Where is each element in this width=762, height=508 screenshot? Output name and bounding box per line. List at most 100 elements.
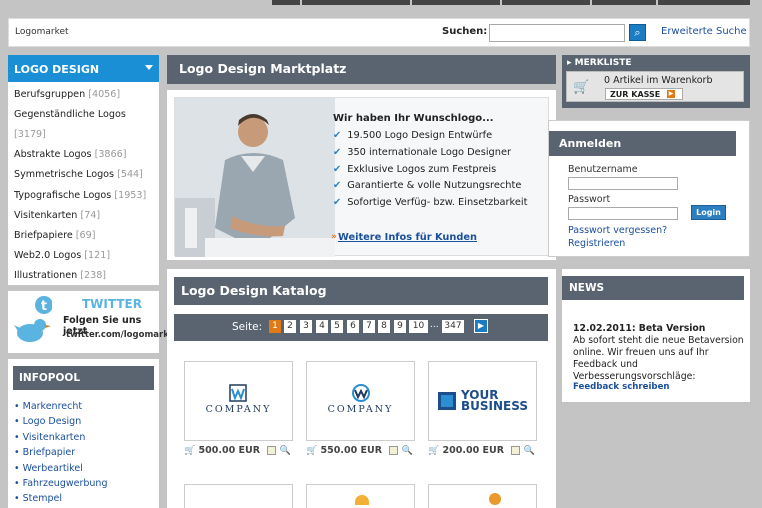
logo-mark-icon — [352, 384, 370, 402]
infopool-item[interactable]: • Logo Design — [14, 414, 107, 429]
category-item[interactable]: Briefpapiere [69] — [14, 226, 154, 246]
page-link[interactable]: 2 — [284, 320, 296, 333]
product-tile[interactable]: COMPANY — [184, 361, 293, 441]
breadcrumb[interactable]: Logomarket — [15, 27, 69, 37]
svg-text:t: t — [41, 299, 47, 314]
top-nav-tab[interactable] — [658, 0, 750, 5]
product-price: 500.00 EUR — [198, 445, 261, 456]
category-list: Berufsgruppen [4056] Gegenständliche Log… — [14, 85, 154, 287]
page-link[interactable]: 6 — [347, 320, 359, 333]
search-button[interactable]: ⌕ — [629, 24, 646, 41]
arrow-right-icon[interactable]: ▶ — [667, 90, 675, 98]
zoom-icon[interactable]: 🔍 — [280, 446, 291, 456]
category-item[interactable]: Berufsgruppen [4056] — [14, 85, 154, 105]
details-icon[interactable] — [267, 446, 277, 455]
infopool-item[interactable]: • Werbeartikel — [14, 461, 107, 476]
logo-mark-icon — [489, 493, 501, 505]
username-field[interactable] — [568, 177, 678, 190]
hero-feature: ✔ Garantierte & volle Nutzungsrechte — [333, 180, 522, 192]
search-input[interactable] — [489, 24, 625, 42]
search-label: Suchen: — [442, 26, 488, 37]
feedback-link[interactable]: Feedback schreiben — [573, 382, 670, 392]
infopool-item[interactable]: • Stempel — [14, 491, 107, 506]
infopool-item[interactable]: • Fahrzeugwerbung — [14, 476, 107, 491]
product-price-row: 🛒 500.00 EUR 🔍 — [184, 445, 291, 456]
product-price: 550.00 EUR — [320, 445, 383, 456]
infopool-item[interactable]: • Visitenkarten — [14, 430, 107, 445]
page-link[interactable]: 10 — [409, 320, 428, 333]
pagination: Seite: 1 2 3 4 5 6 7 8 9 10 ... 347 ▶ — [174, 314, 548, 341]
hero-feature: ✔ 19.500 Logo Design Entwürfe — [333, 130, 493, 141]
watchlist-panel: ▸ MERKLISTE 🛒 0 Artikel im Warenkorb ZUR… — [562, 55, 750, 108]
product-tile[interactable] — [428, 484, 537, 508]
zoom-icon[interactable]: 🔍 — [524, 446, 535, 456]
page-label: Seite: — [232, 321, 263, 333]
cart-icon[interactable]: 🛒 — [306, 446, 317, 456]
top-nav-tab[interactable] — [592, 0, 656, 5]
top-nav-tab[interactable] — [412, 0, 500, 5]
page-link[interactable]: 347 — [442, 320, 464, 333]
page-link[interactable]: 4 — [316, 320, 328, 333]
check-icon: ✔ — [333, 163, 342, 175]
username-label: Benutzername — [568, 164, 638, 175]
hero-banner: Wir haben Ihr Wunschlogo... ✔ 19.500 Logo… — [174, 97, 549, 257]
page-link[interactable]: 8 — [378, 320, 390, 333]
product-tile[interactable]: COMPANY — [306, 361, 415, 441]
register-link[interactable]: Registrieren — [568, 238, 625, 249]
twitter-url: twitter.com/logomarket — [66, 330, 179, 340]
top-nav-tab[interactable] — [272, 0, 300, 5]
details-icon[interactable] — [389, 446, 399, 455]
category-item[interactable]: Visitenkarten [74] — [14, 206, 154, 226]
designer-photo — [175, 98, 335, 257]
forgot-password-link[interactable]: Passwort vergessen? — [568, 225, 667, 236]
cart-icon[interactable]: 🛒 — [184, 446, 195, 456]
page-link[interactable]: 7 — [363, 320, 375, 333]
category-item[interactable]: Abstrakte Logos [3866] — [14, 145, 154, 165]
category-item[interactable]: Gegenständliche Logos [3179] — [14, 105, 154, 145]
hero-feature: ✔ Sofortige Verfüg- bzw. Einsetzbarkeit — [333, 197, 528, 209]
cart-icon[interactable]: 🛒 — [428, 446, 439, 456]
category-header[interactable]: LOGO DESIGN — [8, 55, 159, 82]
page-ellipsis: ... — [430, 320, 439, 330]
product-price: 200.00 EUR — [442, 445, 505, 456]
top-nav-tab[interactable] — [302, 0, 410, 5]
category-panel: LOGO DESIGN Berufsgruppen [4056] Gegenst… — [8, 55, 159, 285]
infopool-item[interactable]: • Briefpapier — [14, 445, 107, 460]
twitter-banner[interactable]: t TWITTER Folgen Sie uns jetzt twitter.c… — [8, 291, 178, 353]
page-link[interactable]: 3 — [300, 320, 312, 333]
infopool-title: INFOPOOL — [13, 366, 154, 390]
category-item[interactable]: Illustrationen [238] — [14, 266, 154, 286]
logo-text: YOUR BUSINESS — [461, 388, 528, 413]
more-info-link[interactable]: Weitere Infos für Kunden — [338, 232, 477, 243]
product-tile[interactable] — [184, 484, 293, 508]
category-item[interactable]: Symmetrische Logos [544] — [14, 165, 154, 185]
cart-icon: 🛒 — [573, 80, 590, 95]
chevron-down-icon[interactable] — [145, 65, 153, 70]
zoom-icon[interactable]: 🔍 — [402, 446, 413, 456]
category-item[interactable]: Typografische Logos [1953] — [14, 186, 154, 206]
catalog-title: Logo Design Katalog — [174, 277, 548, 305]
category-item[interactable]: Web2.0 Logos [121] — [14, 246, 154, 266]
page-link[interactable]: 5 — [331, 320, 343, 333]
password-field[interactable] — [568, 207, 678, 220]
search-bar: Logomarket Suchen: ⌕ Erweiterte Suche — [8, 18, 750, 47]
page-link[interactable]: 1 — [269, 320, 281, 333]
login-button[interactable]: Login — [691, 205, 726, 220]
product-tile[interactable]: YOUR BUSINESS — [428, 361, 537, 441]
logo-mark-icon — [438, 392, 456, 410]
details-icon[interactable] — [511, 446, 521, 455]
password-label: Passwort — [568, 194, 611, 205]
check-icon: ✔ — [333, 180, 342, 192]
top-nav-tab[interactable] — [502, 0, 590, 5]
hero-feature-list: ✔ 19.500 Logo Design Entwürfe ✔ 350 intern… — [333, 128, 527, 212]
next-page-icon[interactable]: ▶ — [474, 319, 488, 333]
login-panel: Anmelden Benutzername Passwort Login Pas… — [548, 120, 750, 257]
catalog-panel: Logo Design Katalog Seite: 1 2 3 4 5 6 7… — [167, 269, 556, 508]
advanced-search-link[interactable]: Erweiterte Suche — [661, 26, 747, 37]
hero-feature: ✔ 350 internationale Logo Designer — [333, 146, 512, 158]
search-icon: ⌕ — [634, 26, 641, 39]
product-tile[interactable] — [306, 484, 415, 508]
login-title: Anmelden — [549, 131, 736, 156]
infopool-item[interactable]: • Markenrecht — [14, 399, 107, 414]
page-link[interactable]: 9 — [394, 320, 406, 333]
